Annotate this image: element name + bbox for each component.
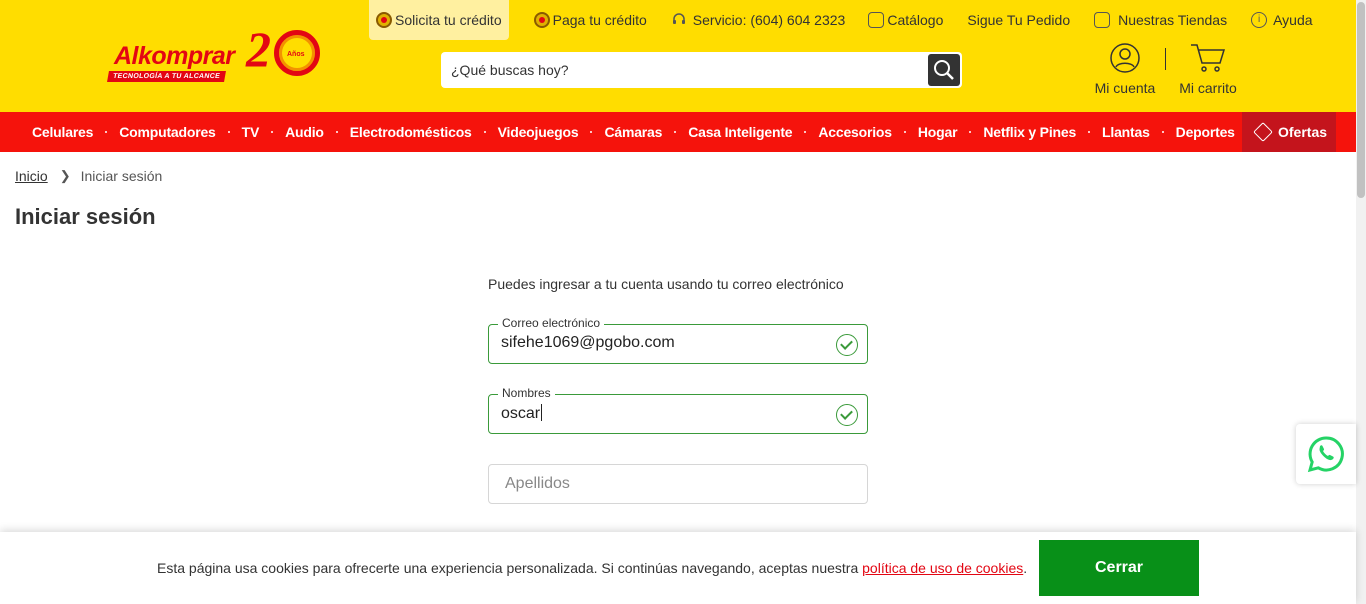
breadcrumb: Inicio ❯ Iniciar sesión [15, 168, 162, 184]
user-icon [1110, 43, 1140, 73]
category-label: Deportes [1175, 124, 1235, 140]
category-label: Audio [285, 124, 324, 140]
search-button[interactable] [928, 54, 960, 86]
nombres-value-wrap: oscar [501, 404, 543, 423]
topnav-solicita-credito[interactable]: Solicita tu crédito [369, 0, 509, 40]
category-item[interactable]: TV [230, 112, 272, 152]
category-label: Computadores [119, 124, 216, 140]
category-item[interactable]: Videojuegos [486, 112, 591, 152]
category-label: Hogar [917, 124, 958, 140]
category-label: Celulares [32, 124, 94, 140]
chevron-right-icon: ❯ [59, 168, 71, 183]
valid-check-icon [836, 404, 858, 426]
info-icon: i [1251, 12, 1268, 28]
valid-check-icon [836, 334, 858, 356]
category-item[interactable]: Computadores [107, 112, 227, 152]
cookie-close-button[interactable]: Cerrar [1039, 540, 1199, 596]
page-title: Iniciar sesión [15, 204, 156, 229]
topnav-label: Servicio: (604) 604 2323 [692, 12, 846, 28]
category-label: Netflix y Pines [983, 124, 1077, 140]
email-field[interactable]: Correo electrónico sifehe1069@pgobo.com [488, 316, 868, 364]
nombres-field[interactable]: Nombres oscar [488, 386, 868, 434]
category-item[interactable]: Netflix y Pines [971, 112, 1088, 152]
topnav-paga-credito[interactable]: Paga tu crédito [533, 0, 647, 40]
headset-icon [671, 12, 687, 28]
category-item[interactable]: Llantas [1090, 112, 1162, 152]
topnav-label: Solicita tu crédito [395, 12, 502, 28]
topnav-label: Nuestras Tiendas [1118, 12, 1228, 28]
topnav-nuestras-tiendas[interactable]: Nuestras Tiendas [1094, 0, 1227, 40]
category-label: Llantas [1102, 124, 1150, 140]
whatsapp-button[interactable] [1296, 424, 1356, 484]
search-input[interactable] [441, 52, 927, 88]
site-header: Alkomprar TECNOLOGÍA A TU ALCANCE 2 Años… [0, 0, 1366, 112]
cookie-policy-link[interactable]: política de uso de cookies [862, 560, 1023, 576]
email-label: Correo electrónico [498, 316, 605, 330]
category-item[interactable]: Celulares [20, 112, 105, 152]
topnav-sigue-pedido[interactable]: Sigue Tu Pedido [967, 0, 1070, 40]
topnav-label: Paga tu crédito [552, 12, 647, 28]
nombres-label: Nombres [498, 386, 555, 400]
cookie-message: Esta página usa cookies para ofrecerte u… [157, 560, 1027, 576]
account-link[interactable]: Mi cuenta [1092, 42, 1158, 98]
header-divider [1165, 48, 1166, 70]
anniversary-number: 2 [246, 21, 271, 77]
category-item[interactable]: Audio [273, 112, 336, 152]
cookie-suffix: . [1023, 560, 1028, 576]
coin-icon [376, 12, 392, 28]
cookie-banner: Esta página usa cookies para ofrecerte u… [0, 532, 1356, 604]
brand-name: Alkomprar [114, 42, 235, 70]
topnav-label: Sigue Tu Pedido [967, 12, 1071, 28]
category-list: Celulares Computadores TV Audio Electrodomés… [20, 112, 1309, 152]
category-item[interactable]: Casa Inteligente [676, 112, 804, 152]
topnav-catalogo[interactable]: Catálogo [868, 0, 943, 40]
topnav-ayuda[interactable]: i Ayuda [1251, 0, 1313, 40]
category-item[interactable]: Hogar [906, 112, 969, 152]
tag-icon [1253, 122, 1273, 142]
coin-icon [533, 12, 550, 28]
nombres-value: oscar [501, 405, 541, 422]
top-navigation: Solicita tu crédito Paga tu crédito Serv… [369, 0, 1313, 40]
account-label: Mi cuenta [1094, 80, 1156, 96]
category-bar: Celulares Computadores TV Audio Electrodomés… [0, 112, 1356, 152]
cookie-text: Esta página usa cookies para ofrecerte u… [157, 560, 859, 576]
text-caret [541, 404, 543, 421]
category-label: Videojuegos [497, 124, 579, 140]
breadcrumb-current: Iniciar sesión [80, 168, 163, 184]
cart-label: Mi carrito [1179, 80, 1237, 96]
catalog-icon [868, 12, 885, 28]
category-item[interactable]: Cámaras [592, 112, 674, 152]
category-label: Casa Inteligente [688, 124, 793, 140]
email-value: sifehe1069@pgobo.com [501, 334, 675, 351]
search-bar [441, 52, 962, 88]
anniversary-unit: Años [287, 51, 305, 58]
store-icon [1094, 12, 1111, 28]
category-label: Electrodomésticos [349, 124, 472, 140]
breadcrumb-home[interactable]: Inicio [15, 168, 48, 184]
ofertas-label: Ofertas [1278, 124, 1328, 140]
ofertas-link[interactable]: Ofertas [1242, 112, 1336, 152]
brand-tagline: TECNOLOGÍA A TU ALCANCE [107, 71, 226, 82]
category-item[interactable]: Deportes [1164, 112, 1247, 152]
apellidos-placeholder: Apellidos [505, 475, 570, 492]
apellidos-field[interactable]: Apellidos [488, 464, 868, 504]
category-label: Accesorios [818, 124, 892, 140]
category-label: Cámaras [604, 124, 663, 140]
whatsapp-icon [1307, 436, 1344, 473]
form-intro: Puedes ingresar a tu cuenta usando tu co… [488, 276, 844, 292]
cart-link[interactable]: Mi carrito [1176, 42, 1240, 98]
cart-icon [1191, 44, 1226, 72]
category-item[interactable]: Electrodomésticos [338, 112, 484, 152]
scrollbar-thumb[interactable] [1357, 2, 1365, 198]
category-item[interactable]: Accesorios [806, 112, 903, 152]
topnav-label: Catálogo [887, 12, 944, 28]
search-icon [934, 60, 954, 80]
category-label: TV [241, 124, 260, 140]
alkomprar-logo[interactable]: Alkomprar TECNOLOGÍA A TU ALCANCE 2 Años [107, 24, 323, 86]
topnav-servicio[interactable]: Servicio: (604) 604 2323 [671, 0, 846, 40]
topnav-label: Ayuda [1273, 12, 1313, 28]
